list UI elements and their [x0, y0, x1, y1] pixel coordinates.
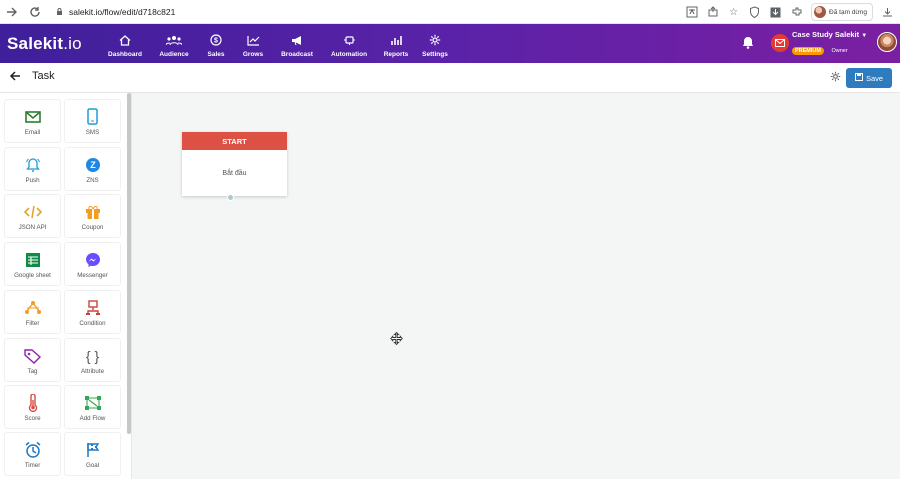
start-node-header: START [182, 132, 287, 150]
tag-icon [23, 346, 43, 366]
save-icon [854, 73, 863, 83]
palette-item-google-sheet[interactable]: Google sheet [5, 243, 60, 285]
code-icon [23, 202, 43, 222]
phone-icon [83, 107, 103, 127]
browser-actions: ☆ Đã tạm dừng [685, 2, 894, 22]
people-icon [165, 35, 183, 49]
notification-bell-icon[interactable] [742, 36, 754, 52]
growth-icon [246, 35, 260, 49]
megaphone-icon [291, 35, 304, 49]
palette-item-add-flow[interactable]: Add Flow [65, 386, 120, 428]
palette-item-attribute[interactable]: { } Attribute [65, 339, 120, 381]
braces-icon: { } [85, 347, 100, 364]
paused-profile-button[interactable]: Đã tạm dừng [811, 3, 873, 21]
palette-item-tag[interactable]: Tag [5, 339, 60, 381]
download-icon[interactable] [769, 6, 782, 19]
gear-icon[interactable] [830, 71, 841, 85]
nav-audience[interactable]: Audience [149, 31, 199, 61]
palette-item-push[interactable]: Push [5, 148, 60, 190]
report-chart-icon [390, 35, 403, 49]
nav-sales[interactable]: $ Sales [201, 31, 231, 61]
account-role: Owner [831, 48, 848, 54]
account-name: Case Study Salekit [792, 30, 860, 39]
alarm-icon [23, 440, 43, 460]
start-node-output-port[interactable] [227, 194, 234, 201]
zalo-icon: Z [83, 155, 103, 175]
sheet-icon [23, 250, 43, 270]
back-arrow-icon[interactable] [9, 70, 21, 85]
automation-icon [343, 35, 356, 49]
share-icon[interactable] [706, 6, 719, 19]
download-tray-icon[interactable] [881, 6, 894, 19]
condition-icon [83, 298, 103, 318]
address-bar[interactable]: salekit.io/flow/edit/d718c821 [56, 3, 175, 21]
email-icon [23, 107, 43, 127]
filter-icon [23, 298, 43, 318]
svg-text:Z: Z [90, 160, 96, 170]
start-node[interactable]: START Bắt đầu [182, 132, 287, 196]
palette-item-email[interactable]: Email [5, 100, 60, 142]
flag-icon [83, 440, 103, 460]
palette-item-messenger[interactable]: Messenger [65, 243, 120, 285]
profile-avatar [814, 6, 827, 18]
palette-item-json-api[interactable]: JSON API [5, 195, 60, 237]
start-node-body: Bắt đầu [222, 169, 247, 177]
premium-badge: PREMIUM [792, 47, 824, 55]
save-button[interactable]: Save [846, 68, 892, 88]
salekit-logo[interactable]: Salekit.io [7, 34, 82, 54]
extension-icon[interactable] [790, 6, 803, 19]
nav-dashboard[interactable]: Dashboard [106, 31, 144, 61]
palette-item-coupon[interactable]: Coupon [65, 195, 120, 237]
palette-item-condition[interactable]: Condition [65, 291, 120, 333]
palette-item-filter[interactable]: Filter [5, 291, 60, 333]
palette-item-timer[interactable]: Timer [5, 433, 60, 475]
translate-icon[interactable] [685, 6, 698, 19]
browser-toolbar: salekit.io/flow/edit/d718c821 ☆ Đã tạm d… [0, 0, 900, 24]
messenger-icon [83, 250, 103, 270]
nav-settings[interactable]: Settings [418, 31, 452, 61]
nav-broadcast[interactable]: Broadcast [275, 31, 319, 61]
palette-item-zns[interactable]: Z ZNS [65, 148, 120, 190]
nav-automation[interactable]: Automation [326, 31, 372, 61]
reload-icon[interactable] [27, 4, 43, 20]
add-flow-icon [83, 393, 103, 413]
palette-item-score[interactable]: Score [5, 386, 60, 428]
thermometer-icon [23, 393, 43, 413]
url-text: salekit.io/flow/edit/d718c821 [69, 7, 176, 17]
arrow-right-icon[interactable] [4, 4, 20, 20]
dollar-icon: $ [210, 34, 222, 49]
move-cursor-icon [390, 331, 403, 348]
main-nav: Dashboard Audience $ Sales Grows Broadca… [106, 31, 452, 61]
star-icon[interactable]: ☆ [727, 6, 740, 19]
gift-icon [83, 202, 103, 222]
nav-reports[interactable]: Reports [378, 31, 414, 61]
mail-icon[interactable] [771, 34, 789, 52]
shield-icon[interactable] [748, 6, 761, 19]
palette-item-goal[interactable]: Goal [65, 433, 120, 475]
bell-icon [23, 155, 43, 175]
paused-label: Đã tạm dừng [829, 8, 867, 16]
app-header: Salekit.io Dashboard Audience $ Sales Gr… [0, 24, 900, 63]
nav-grows[interactable]: Grows [236, 31, 270, 61]
lock-icon [56, 7, 63, 18]
settings-icon [429, 34, 441, 49]
node-palette: Email SMS Push Z ZNS JSON API Coupon Goo… [0, 93, 132, 479]
home-icon [119, 34, 131, 49]
flow-canvas[interactable]: START Bắt đầu [132, 93, 900, 479]
palette-item-sms[interactable]: SMS [65, 100, 120, 142]
avatar[interactable] [877, 32, 897, 52]
page-toolbar: Task Save [0, 63, 900, 93]
palette-scrollbar[interactable] [127, 93, 131, 434]
svg-text:$: $ [214, 38, 218, 45]
page-title: Task [32, 70, 55, 82]
chevron-down-icon: ▼ [861, 33, 868, 39]
account-menu[interactable]: Case Study Salekit ▼ PREMIUM Owner [792, 30, 878, 58]
